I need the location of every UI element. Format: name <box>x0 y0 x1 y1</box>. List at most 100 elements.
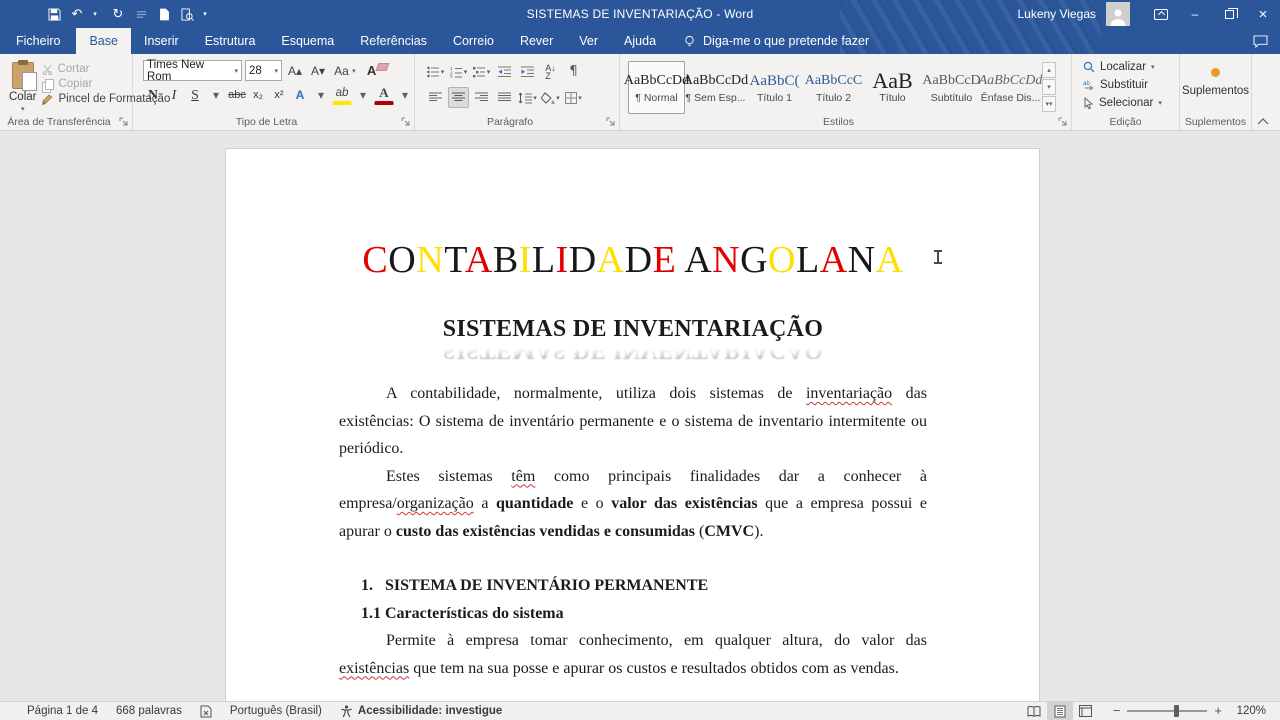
zoom-in-icon[interactable]: + <box>1214 704 1222 717</box>
redo-icon[interactable]: ↻ <box>110 6 126 22</box>
shading-button[interactable]: ▾ <box>540 87 561 108</box>
show-formatting-button[interactable]: ¶ <box>563 61 584 82</box>
tab-correio[interactable]: Correio <box>440 28 507 54</box>
change-case-button[interactable]: Aa ▾ <box>331 60 359 81</box>
font-name-dropdown-icon[interactable]: ▾ <box>231 67 238 75</box>
text-effects-button[interactable]: A <box>290 84 310 105</box>
align-left-button[interactable] <box>425 87 446 108</box>
zoom-out-icon[interactable]: − <box>1113 704 1121 717</box>
word-count-status[interactable]: 668 palavras <box>107 705 191 717</box>
tab-rever[interactable]: Rever <box>507 28 566 54</box>
font-size-dropdown-icon[interactable]: ▾ <box>271 67 278 75</box>
undo-icon[interactable]: ↶ <box>69 6 85 22</box>
underline-dropdown-icon[interactable]: ▾ <box>206 84 226 105</box>
bold-button[interactable]: N <box>143 84 163 105</box>
select-button[interactable]: Selecionar ▾ <box>1080 94 1175 112</box>
tell-me-label: Diga-me o que pretende fazer <box>703 34 870 48</box>
style-card-ênfase-dis-[interactable]: AaBbCcDd Ênfase Dis... <box>979 61 1043 114</box>
superscript-button[interactable]: x² <box>269 84 289 105</box>
borders-button[interactable]: ▾ <box>563 87 584 108</box>
highlight-button[interactable]: ab <box>332 84 352 105</box>
ribbon-display-options-icon[interactable] <box>1144 0 1178 28</box>
replace-button[interactable]: ab Substituir <box>1080 76 1175 94</box>
line-spacing-button[interactable]: ▾ <box>517 87 538 108</box>
addin-icon[interactable] <box>1211 68 1220 77</box>
read-mode-view-icon[interactable] <box>1021 702 1047 720</box>
close-button[interactable]: × <box>1246 0 1280 28</box>
proofing-status-icon[interactable] <box>191 705 221 718</box>
document-page[interactable]: CONTABILIDADE ANGOLANA SISTEMAS DE INVEN… <box>225 148 1040 701</box>
increase-indent-button[interactable] <box>517 61 538 82</box>
tab-esquema[interactable]: Esquema <box>268 28 347 54</box>
font-size-combo[interactable]: 28 ▾ <box>245 60 282 81</box>
style-card--normal[interactable]: AaBbCcDd ¶ Normal <box>624 61 689 114</box>
style-card-título-1[interactable]: AaBbC(Título 1 <box>746 61 803 114</box>
grow-font-button[interactable]: A▴ <box>285 60 305 81</box>
dialog-launcher-icon[interactable] <box>606 117 616 127</box>
shrink-font-button[interactable]: A▾ <box>308 60 328 81</box>
comments-icon[interactable] <box>1253 28 1268 54</box>
tab-referencias[interactable]: Referências <box>347 28 440 54</box>
tab-inserir[interactable]: Inserir <box>131 28 192 54</box>
tell-me-search[interactable]: Diga-me o que pretende fazer <box>683 28 869 54</box>
decrease-indent-button[interactable] <box>494 61 515 82</box>
align-center-button[interactable] <box>448 87 469 108</box>
style-card-título[interactable]: AaB Título <box>864 61 921 114</box>
numbering-button[interactable]: 123 ▾ <box>448 61 469 82</box>
align-left-icon <box>429 92 442 101</box>
minimize-button[interactable]: – <box>1178 0 1212 28</box>
italic-button[interactable]: I <box>164 84 184 105</box>
addins-button[interactable]: Suplementos <box>1182 85 1249 97</box>
dialog-launcher-icon[interactable] <box>119 117 129 127</box>
save-icon[interactable] <box>46 6 62 22</box>
print-layout-view-icon[interactable] <box>1046 702 1073 720</box>
highlight-dropdown-icon[interactable]: ▾ <box>353 84 373 105</box>
touch-mode-icon[interactable] <box>133 6 149 22</box>
subscript-button[interactable]: x₂ <box>248 84 268 105</box>
undo-dropdown-icon[interactable]: ▾ <box>87 6 103 22</box>
bullets-button[interactable]: ▾ <box>425 61 446 82</box>
accessibility-status[interactable]: Acessibilidade: investigue <box>331 704 511 718</box>
align-right-button[interactable] <box>471 87 492 108</box>
new-document-icon[interactable] <box>156 6 172 22</box>
clipboard-icon <box>11 60 37 91</box>
sort-button[interactable]: A↓ Z <box>540 61 561 82</box>
page-count-status[interactable]: Página 1 de 4 <box>18 705 107 717</box>
paste-dropdown-icon[interactable]: ▾ <box>21 105 25 113</box>
zoom-slider-handle[interactable] <box>1173 705 1179 717</box>
dialog-launcher-icon[interactable] <box>1058 117 1068 127</box>
font-color-dropdown-icon[interactable]: ▾ <box>395 84 415 105</box>
styles-scroll-down-icon[interactable]: ▾ <box>1042 79 1056 95</box>
font-color-button[interactable]: A <box>374 84 394 105</box>
web-layout-view-icon[interactable] <box>1073 702 1099 720</box>
tab-ver[interactable]: Ver <box>566 28 611 54</box>
print-preview-icon[interactable] <box>179 6 195 22</box>
language-status[interactable]: Português (Brasil) <box>221 705 331 717</box>
tab-base[interactable]: Base <box>76 28 131 54</box>
style-card-título-2[interactable]: AaBbCcC Título 2 <box>805 61 863 114</box>
multilevel-list-button[interactable]: ▾ <box>471 61 492 82</box>
restore-button[interactable] <box>1212 0 1246 28</box>
strikethrough-button[interactable]: abc <box>227 84 247 105</box>
avatar[interactable] <box>1106 2 1130 26</box>
font-name-combo[interactable]: Times New Rom ▾ <box>143 59 242 83</box>
find-button[interactable]: Localizar ▾ <box>1080 58 1175 76</box>
justify-button[interactable] <box>494 87 515 108</box>
tab-ajuda[interactable]: Ajuda <box>611 28 669 54</box>
customize-qat-icon[interactable]: ▾ <box>197 6 213 22</box>
tab-estrutura[interactable]: Estrutura <box>192 28 269 54</box>
account-user-name[interactable]: Lukeny Viegas <box>1017 7 1096 21</box>
paste-button[interactable]: Colar ▾ <box>8 58 37 114</box>
styles-more-icon[interactable]: ▾▾ <box>1042 96 1056 112</box>
tab-ficheiro[interactable]: Ficheiro <box>0 28 76 54</box>
zoom-percentage[interactable]: 120% <box>1232 705 1266 717</box>
text-effects-dropdown-icon[interactable]: ▾ <box>311 84 331 105</box>
style-card-subtítulo[interactable]: AaBbCcD Subtítulo <box>922 61 980 114</box>
collapse-ribbon-icon[interactable] <box>1256 117 1270 126</box>
clear-formatting-button[interactable]: A <box>362 60 382 81</box>
underline-button[interactable]: S <box>185 84 205 105</box>
dialog-launcher-icon[interactable] <box>401 117 411 127</box>
style-card--sem-esp-[interactable]: AaBbCcDd ¶ Sem Esp... <box>683 61 748 114</box>
zoom-slider[interactable] <box>1127 705 1208 717</box>
styles-scroll-up-icon[interactable]: ▴ <box>1042 62 1056 78</box>
